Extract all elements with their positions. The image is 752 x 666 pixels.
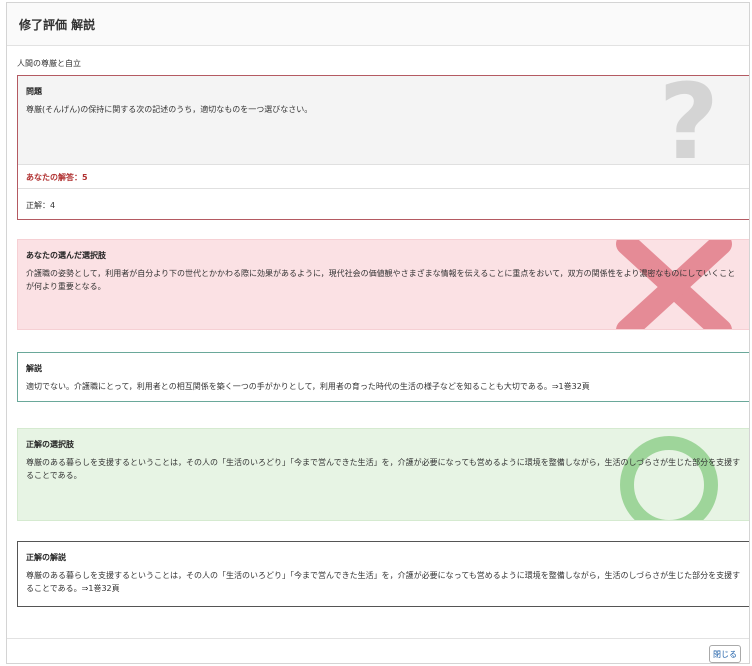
your-choice-title: あなたの選んだ選択肢 [26,251,106,260]
explanation-box: 解説 適切でない。介護職にとって，利用者との相互関係を築く一つの手がかりとして，… [17,352,749,402]
correct-explanation-box: 正解の解説 尊厳のある暮らしを支援するということは，その人の「生活のいろどり」「… [17,541,749,607]
correct-choice-text: 尊厳のある暮らしを支援するということは，その人の「生活のいろどり」「今まで営んで… [26,458,741,480]
your-answer: あなたの解答：5 [26,173,88,182]
your-choice-text: 介護職の姿勢として，利用者が自分より下の世代とかかわる際に効果があるように，現代… [26,269,736,291]
subject-label: 人間の尊厳と自立 [17,59,81,68]
explanation-title: 解説 [26,364,42,373]
correct-answer: 正解：4 [26,201,56,210]
correct-choice-title: 正解の選択肢 [26,440,74,449]
question-text: 尊厳(そんげん)の保持に関する次の記述のうち，適切なものを一つ選びなさい。 [26,105,313,114]
correct-explanation-text: 尊厳のある暮らしを支援するということは，その人の「生活のいろどり」「今まで営んで… [26,571,741,593]
dialog-header: 修了評価 解説 [7,3,749,46]
dialog-footer: 閉じる [7,638,749,663]
question-mark-icon: ? [658,75,719,183]
your-choice-box: あなたの選んだ選択肢 介護職の姿勢として，利用者が自分より下の世代とかかわる際に… [17,239,749,330]
question-title: 問題 [26,87,42,96]
question-box: ? 問題 尊厳(そんげん)の保持に関する次の記述のうち，適切なものを一つ選びなさ… [17,75,749,220]
page-title: 修了評価 解説 [19,18,96,32]
correct-explanation-title: 正解の解説 [26,553,66,562]
close-button[interactable]: 閉じる [709,645,741,663]
explanation-text: 適切でない。介護職にとって，利用者との相互関係を築く一つの手がかりとして，利用者… [26,382,590,391]
correct-choice-box: 正解の選択肢 尊厳のある暮らしを支援するということは，その人の「生活のいろどり」… [17,428,749,521]
your-answer-row: あなたの解答：5 [18,164,749,189]
evaluation-dialog: 修了評価 解説 人間の尊厳と自立 ? 問題 尊厳(そんげん)の保持に関する次の記… [6,2,750,664]
question-body: ? 問題 尊厳(そんげん)の保持に関する次の記述のうち，適切なものを一つ選びなさ… [18,76,749,174]
